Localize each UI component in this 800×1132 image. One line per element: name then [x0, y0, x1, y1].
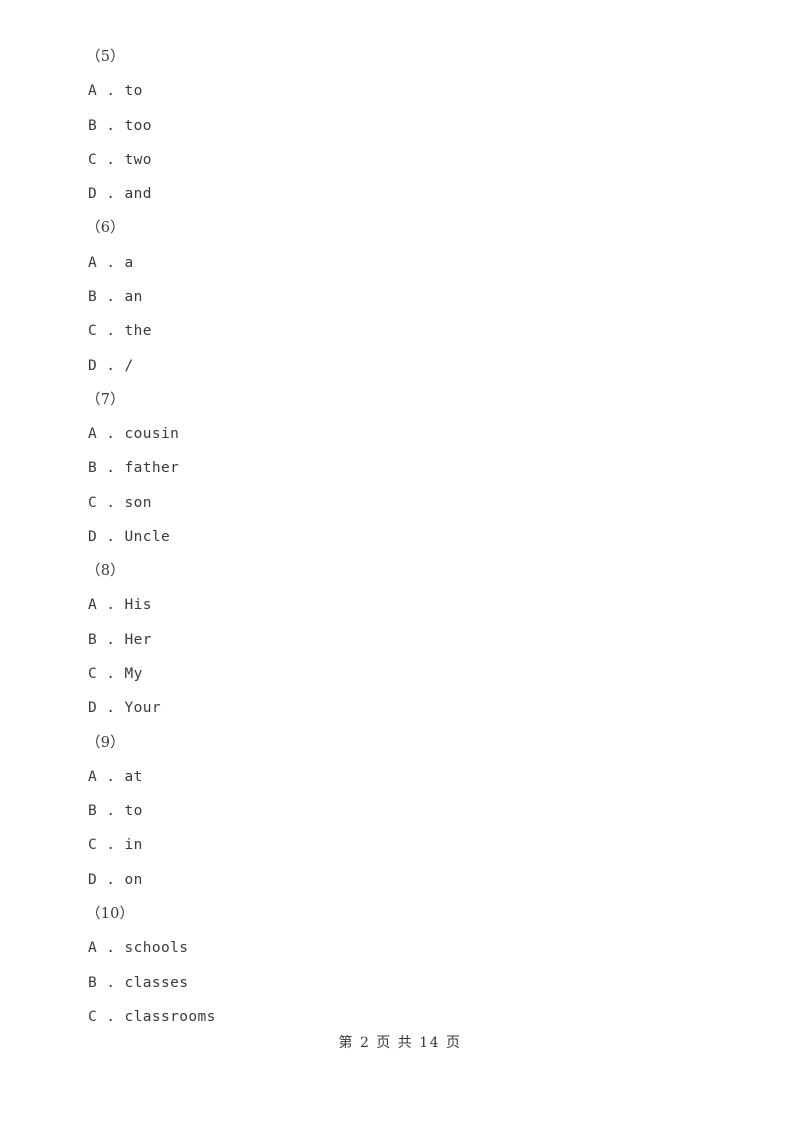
answer-option[interactable]: D . Uncle	[0, 526, 800, 548]
answer-option[interactable]: D . /	[0, 355, 800, 377]
answer-option[interactable]: C . My	[0, 663, 800, 685]
answer-option[interactable]: D . and	[0, 183, 800, 205]
answer-option[interactable]: B . Her	[0, 629, 800, 651]
answer-option[interactable]: A . schools	[0, 937, 800, 959]
answer-option[interactable]: A . a	[0, 252, 800, 274]
answer-option[interactable]: B . an	[0, 286, 800, 308]
answer-option[interactable]: B . father	[0, 457, 800, 479]
document-page: （5） A . to B . too C . two D . and （6） A . a B …	[0, 0, 800, 1132]
question-number: （8）	[86, 563, 125, 580]
answer-option[interactable]: B . too	[0, 115, 800, 137]
answer-option[interactable]: C . son	[0, 492, 800, 514]
question-number: （5）	[86, 49, 125, 65]
question-number: （7）	[86, 391, 125, 408]
answer-option[interactable]: C . the	[0, 320, 800, 342]
answer-option[interactable]: C . classrooms	[0, 1006, 800, 1028]
answer-option[interactable]: D . Your	[0, 697, 800, 719]
answer-option[interactable]: B . to	[0, 800, 800, 822]
question-number: （10）	[86, 906, 135, 922]
answer-option[interactable]: B . classes	[0, 972, 800, 994]
question-number: （9）	[86, 734, 125, 751]
answer-option[interactable]: A . to	[0, 80, 800, 102]
page-footer: 第 2 页 共 14 页	[338, 1035, 462, 1051]
question-number: （6）	[86, 220, 125, 237]
answer-option[interactable]: A . at	[0, 766, 800, 788]
answer-option[interactable]: A . cousin	[0, 423, 800, 445]
answer-option[interactable]: A . His	[0, 594, 800, 616]
answer-option[interactable]: D . on	[0, 869, 800, 891]
answer-option[interactable]: C . two	[0, 149, 800, 171]
answer-option[interactable]: C . in	[0, 834, 800, 856]
